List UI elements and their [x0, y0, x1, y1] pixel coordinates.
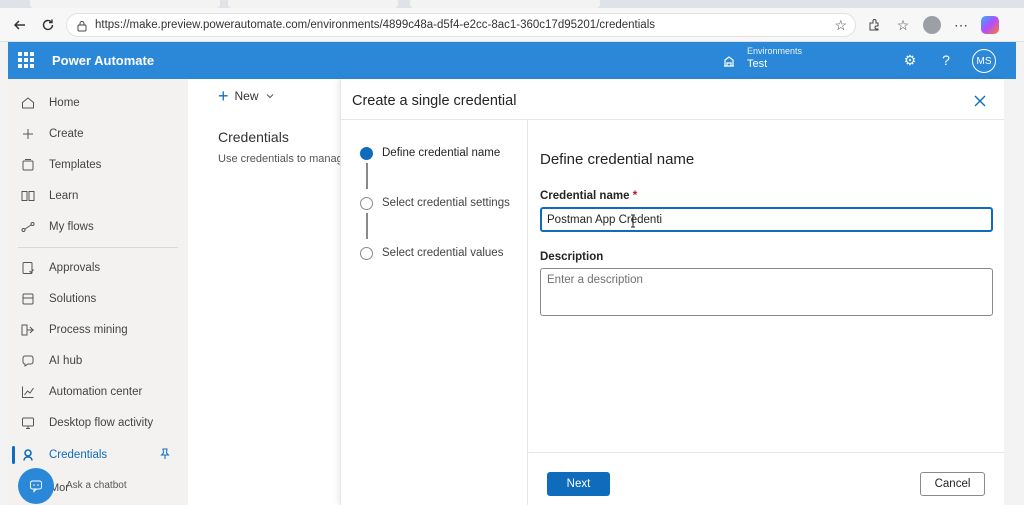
page-title: Credentials: [218, 129, 289, 145]
chevron-down-icon: [266, 94, 273, 99]
pin-icon[interactable]: [158, 447, 172, 461]
url-text[interactable]: https://make.preview.powerautomate.com/e…: [95, 19, 655, 31]
user-avatar[interactable]: MS: [972, 49, 996, 73]
step-select-settings[interactable]: Select credential settings: [382, 197, 510, 209]
step-connector: [366, 213, 368, 239]
step-connector: [366, 163, 368, 189]
nav-label: Home: [49, 97, 80, 109]
page-edge: [1004, 79, 1016, 505]
credential-name-label-text: Credential name: [540, 190, 630, 202]
profile-icon[interactable]: [922, 15, 942, 35]
book-icon: [21, 191, 35, 201]
nav-item-solutions[interactable]: Solutions: [8, 286, 180, 312]
nav-label: My flows: [49, 221, 94, 233]
settings-gear-icon[interactable]: ⚙: [901, 51, 919, 69]
close-icon[interactable]: [972, 93, 988, 109]
panel-title: Create a single credential: [352, 93, 517, 109]
desktop-icon: [22, 417, 34, 429]
environment-icon[interactable]: [721, 53, 737, 69]
copilot-icon[interactable]: [980, 15, 1000, 35]
nav-item-create[interactable]: Create: [8, 121, 180, 147]
nav-item-ai-hub[interactable]: AI hub: [8, 348, 180, 374]
browser-tab-strip: [0, 0, 1024, 8]
plus-icon: [23, 129, 33, 139]
page-description: Use credentials to manag: [218, 153, 340, 165]
nav-label: AI hub: [49, 355, 83, 367]
nav-divider: [18, 247, 178, 248]
main-content: + New Credentials Use credentials to man…: [188, 79, 340, 505]
favorites-icon[interactable]: ☆: [893, 15, 913, 35]
nav-item-desktop-flow-activity[interactable]: Desktop flow activity: [8, 410, 180, 436]
help-icon[interactable]: ?: [937, 51, 955, 69]
chatbot-label[interactable]: Ask a chatbot: [66, 480, 127, 491]
required-marker: *: [632, 190, 638, 202]
app-header: Power Automate Environments Test ⚙ ? MS: [8, 42, 1016, 79]
nav-item-home[interactable]: Home: [8, 90, 180, 116]
nav-label: Templates: [49, 159, 102, 171]
nav-label: Desktop flow activity: [49, 417, 154, 429]
nav-label: Learn: [49, 190, 79, 202]
nav-label: Process mining: [49, 324, 128, 336]
app-launcher-icon[interactable]: [18, 52, 34, 68]
nav-label: Automation center: [49, 386, 143, 398]
nav-item-templates[interactable]: Templates: [8, 152, 180, 178]
browser-tab[interactable]: [228, 0, 398, 8]
description-input[interactable]: [540, 268, 993, 316]
chatbot-icon: [30, 480, 42, 493]
footer-divider: [529, 452, 1005, 453]
nav-label: Solutions: [49, 293, 97, 305]
nav-item-my-flows[interactable]: My flows: [8, 214, 180, 240]
nav-item-approvals[interactable]: Approvals: [8, 255, 180, 281]
nav-item-automation-center[interactable]: Automation center: [8, 379, 180, 405]
extensions-icon[interactable]: [864, 15, 884, 35]
cancel-button[interactable]: Cancel: [920, 472, 985, 496]
browser-tab[interactable]: [30, 0, 220, 8]
nav-label: Credentials: [49, 449, 108, 461]
approvals-icon: [22, 262, 34, 274]
browser-toolbar: https://make.preview.powerautomate.com/e…: [0, 8, 1024, 42]
nav-item-credentials[interactable]: Credentials: [8, 442, 180, 468]
app-title[interactable]: Power Automate: [52, 53, 154, 68]
chart-icon: [22, 386, 34, 398]
credential-name-label: Credential name *: [540, 190, 637, 202]
plus-icon: +: [218, 86, 229, 106]
environment-label[interactable]: Environments: [747, 46, 802, 56]
text-cursor-icon: [631, 214, 635, 228]
nav-label: Approvals: [49, 262, 101, 274]
step-indicator: [360, 197, 373, 210]
address-bar[interactable]: https://make.preview.powerautomate.com/e…: [66, 13, 856, 37]
new-label: New: [234, 89, 259, 103]
new-button[interactable]: + New: [218, 86, 275, 106]
site-info-icon[interactable]: [75, 19, 89, 33]
create-credential-panel: Create a single credential Define creden…: [340, 79, 1005, 505]
more-options-icon[interactable]: ⋯: [951, 15, 971, 35]
templates-icon: [22, 159, 34, 171]
browser-tab[interactable]: [410, 0, 600, 8]
nav-label: Create: [49, 128, 84, 140]
back-arrow-icon[interactable]: [9, 14, 31, 36]
step-define-name[interactable]: Define credential name: [382, 147, 500, 159]
step-select-values[interactable]: Select credential values: [382, 247, 503, 259]
credentials-icon: [23, 449, 33, 461]
flows-icon: [21, 222, 35, 232]
left-navigation: Home Create Templates Learn My flows App…: [8, 79, 193, 505]
form-heading: Define credential name: [540, 151, 695, 168]
favorite-star-icon[interactable]: ☆: [834, 17, 847, 34]
next-button[interactable]: Next: [547, 472, 610, 496]
environment-value[interactable]: Test: [747, 58, 767, 70]
home-icon: [22, 97, 34, 109]
chatbot-button[interactable]: [18, 468, 54, 504]
refresh-icon[interactable]: [37, 14, 59, 36]
description-label: Description: [540, 251, 604, 263]
nav-item-learn[interactable]: Learn: [8, 183, 180, 209]
step-list: Define credential name Select credential…: [341, 120, 528, 505]
solutions-icon: [22, 293, 34, 305]
step-indicator: [360, 247, 373, 260]
credential-name-input[interactable]: [540, 207, 993, 232]
ai-hub-icon: [22, 355, 34, 367]
step-indicator-active: [360, 147, 373, 160]
process-mining-icon: [21, 324, 34, 336]
nav-item-process-mining[interactable]: Process mining: [8, 317, 180, 343]
